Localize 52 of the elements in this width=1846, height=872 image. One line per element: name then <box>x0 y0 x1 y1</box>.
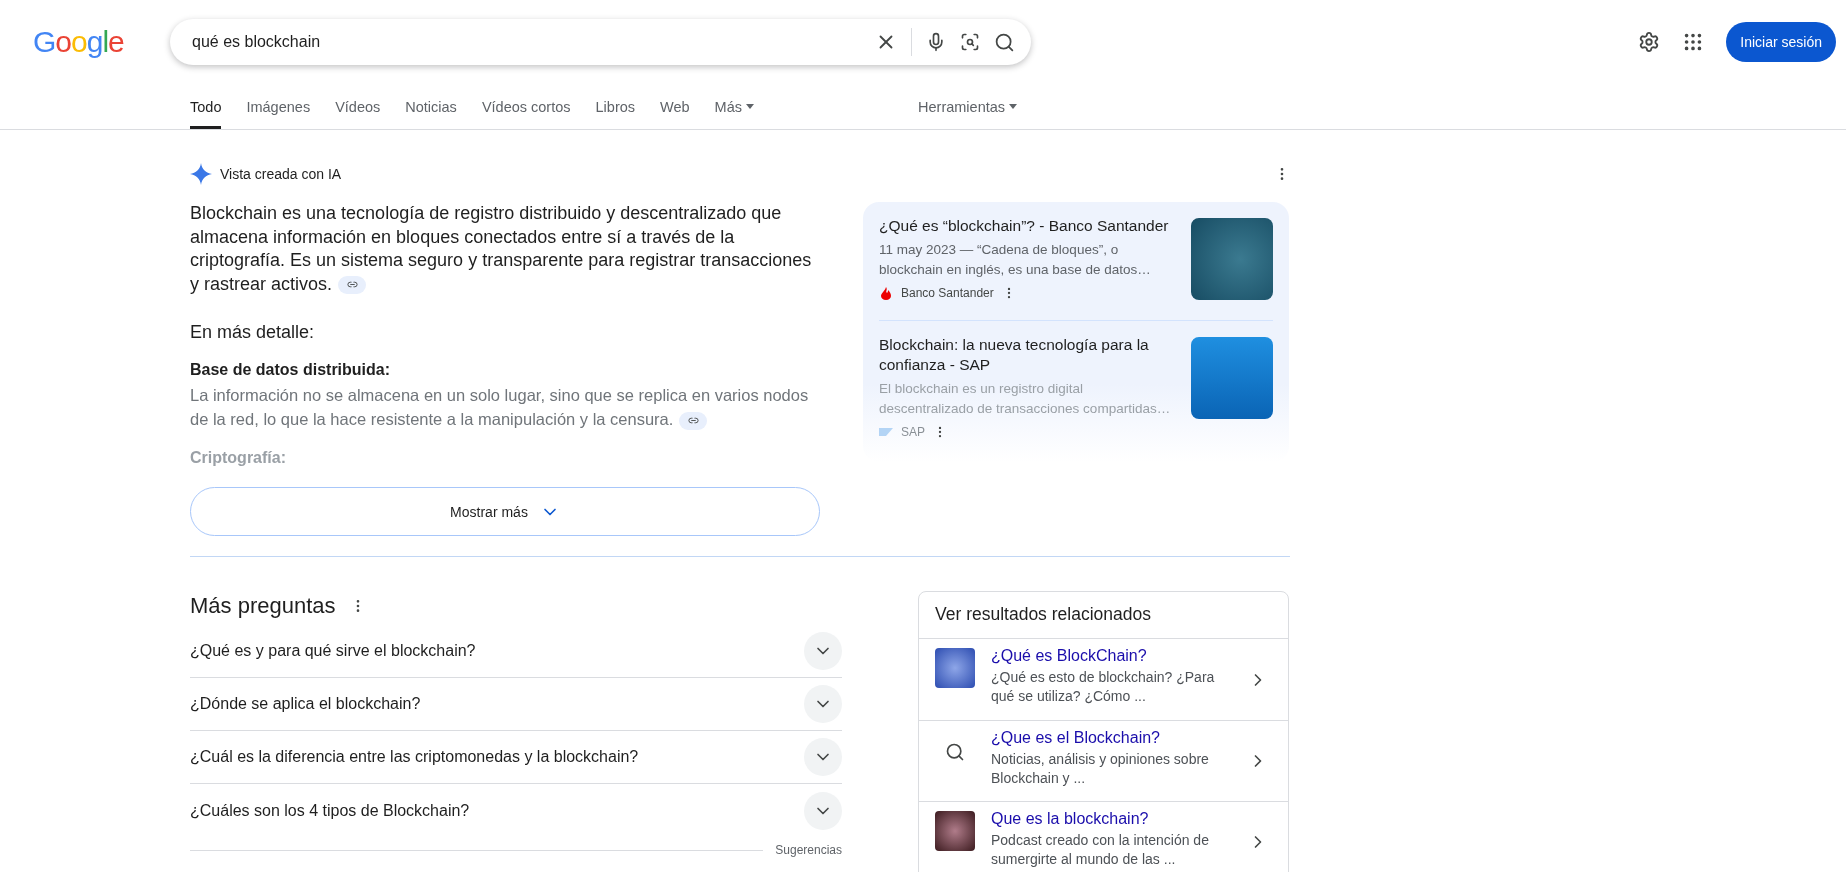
sparkle-icon <box>190 163 212 185</box>
question-text[interactable]: ¿Cuál es la diferencia entre las criptomonedas y la blockchain? <box>190 748 804 766</box>
caret-icon <box>1009 104 1018 109</box>
tools-menu[interactable]: Herramientas <box>918 84 1018 129</box>
search-tab[interactable]: Libros <box>595 84 636 129</box>
citation-link-button[interactable] <box>338 275 367 294</box>
result-description: ¿Qué es esto de blockchain? ¿Para qué se utiliza? ¿Cómo ... <box>991 668 1216 706</box>
search-icon <box>945 742 965 762</box>
site-logo-icon <box>879 428 893 436</box>
photo-placeholder <box>935 648 975 688</box>
search-tab[interactable]: Todo <box>190 84 222 129</box>
source-snippet: El blockchain es un registro digital descentralizado de transacciones compartidas… <box>879 380 1172 418</box>
section-heading: Más preguntas <box>190 593 336 619</box>
search-tab[interactable]: Imágenes <box>246 84 311 129</box>
question-text[interactable]: ¿Qué es y para qué sirve el blockchain? <box>190 642 804 660</box>
result-link[interactable]: ¿Qué es BlockChain? <box>991 646 1232 666</box>
microphone-icon[interactable] <box>926 32 946 52</box>
suggestions-label: Sugerencias <box>775 843 842 857</box>
source-title-link[interactable]: Blockchain: la nueva tecnología para la confianza - SAP <box>879 335 1177 375</box>
show-more-button[interactable]: Mostrar más <box>190 487 820 536</box>
ai-overview-label: Vista creada con IA <box>220 166 342 182</box>
question-text[interactable]: ¿Dónde se aplica el blockchain? <box>190 695 804 713</box>
sign-in-button[interactable]: Iniciar sesión <box>1726 22 1836 62</box>
source-title-link[interactable]: ¿Qué es “blockchain”? - Banco Santander <box>879 216 1177 236</box>
question-text[interactable]: ¿Cuáles son los 4 tipos de Blockchain? <box>190 801 804 820</box>
search-tab[interactable]: Vídeos <box>335 84 381 129</box>
detail-heading: En más detalle: <box>190 322 316 343</box>
citation-link-button[interactable] <box>679 411 708 430</box>
detail-title: Criptografía: <box>190 449 287 467</box>
search-tab[interactable]: Más <box>714 84 754 129</box>
search-icon[interactable] <box>994 31 1015 53</box>
result-link[interactable]: ¿Que es el Blockchain? <box>991 728 1232 748</box>
source-site-name: SAP <box>901 425 925 439</box>
search-tab[interactable]: Vídeos cortos <box>481 84 571 129</box>
flame-icon <box>879 286 893 300</box>
detail-text: La información no se almacena en un solo lugar, sino que se replica en varios nodos de la red, lo que la hace resistente a la manipulación y la censura. <box>190 385 810 431</box>
detail-title: Base de datos distribuida: <box>190 361 392 379</box>
photo-placeholder <box>935 811 975 851</box>
logo[interactable]: Google <box>33 25 170 59</box>
result-description: Podcast creado con la intención de sumergirte al mundo de las ... <box>991 831 1210 869</box>
source-snippet: 11 may 2023 — “Cadena de bloques”, o blockchain en inglés, es una base de datos… <box>879 241 1152 279</box>
settings-icon[interactable] <box>1638 31 1661 53</box>
camera-search-icon[interactable] <box>960 32 980 52</box>
result-description: Noticias, análisis y opiniones sobre Blockchain y ... <box>991 750 1210 788</box>
summary-text: Blockchain es una tecnología de registro distribuido y descentralizado que almacena información en bloques conectados entre sí a través de la criptografía. Es un sistema seguro y transparente para registrar transacciones y rastrear activos. <box>190 202 813 296</box>
search-input[interactable]: qué es blockchain <box>190 32 861 52</box>
panel-title: Ver resultados relacionados <box>919 592 1288 639</box>
search-field[interactable]: qué es blockchain <box>170 19 1031 65</box>
result-link[interactable]: Que es la blockchain? <box>991 809 1232 829</box>
source-site-name: Banco Santander <box>901 286 994 300</box>
search-tab[interactable]: Noticias <box>405 84 457 129</box>
search-tab[interactable]: Web <box>660 84 690 129</box>
